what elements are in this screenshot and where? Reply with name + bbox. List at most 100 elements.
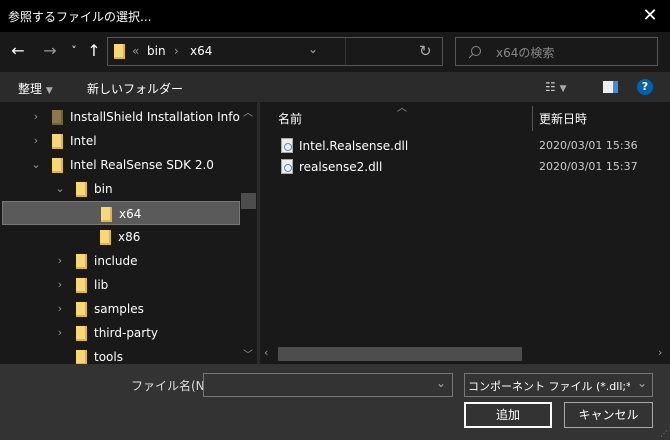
scroll-up-icon[interactable]: ︿ bbox=[243, 104, 253, 119]
tree-item[interactable]: › third-party bbox=[0, 321, 240, 345]
folder-icon bbox=[114, 44, 125, 59]
scroll-thumb[interactable] bbox=[278, 347, 522, 361]
tree-item-label: bin bbox=[94, 182, 113, 196]
collapse-chevron-icon[interactable]: ⌄ bbox=[54, 177, 66, 201]
divider bbox=[345, 38, 346, 65]
breadcrumb-bin[interactable]: bin bbox=[147, 44, 166, 58]
up-button[interactable]: ↑ bbox=[84, 40, 104, 62]
expand-chevron-icon[interactable]: › bbox=[30, 129, 42, 153]
file-row[interactable]: Intel.Realsense.dll 2020/03/01 15:36 bbox=[260, 136, 670, 156]
search-input[interactable]: x64の検索 bbox=[496, 44, 554, 61]
folder-icon bbox=[76, 182, 87, 197]
column-header-name[interactable]: 名前 bbox=[278, 110, 302, 127]
folder-icon bbox=[101, 207, 112, 222]
folder-icon bbox=[76, 302, 87, 317]
breadcrumb-x64[interactable]: x64 bbox=[190, 44, 212, 58]
tree-item-label: x64 bbox=[119, 207, 142, 221]
scroll-down-icon[interactable]: ﹀ bbox=[243, 346, 253, 361]
tree-item[interactable]: › InstallShield Installation Informat bbox=[0, 105, 240, 129]
tree-item-label: third-party bbox=[94, 326, 159, 340]
tree-item[interactable]: x64 bbox=[2, 201, 240, 225]
expand-chevron-icon[interactable]: › bbox=[54, 273, 66, 297]
chevron-down-icon: ▼ bbox=[559, 84, 567, 94]
new-folder-button[interactable]: 新しいフォルダー bbox=[87, 80, 183, 97]
file-row[interactable]: realsense2.dll 2020/03/01 15:37 bbox=[260, 157, 670, 177]
folder-icon bbox=[52, 158, 63, 173]
expand-chevron-icon[interactable]: › bbox=[54, 297, 66, 321]
tree-item-label: Intel bbox=[70, 134, 97, 148]
file-type-value: コンポーネント ファイル (*.dll;*.tlb;*. bbox=[468, 380, 630, 393]
folder-icon bbox=[76, 278, 87, 293]
search-box[interactable]: x64の検索 bbox=[455, 37, 658, 66]
address-dropdown-icon[interactable]: ⌄ bbox=[308, 42, 318, 56]
back-button[interactable]: ← bbox=[8, 40, 28, 62]
add-button[interactable]: 追加 bbox=[464, 402, 552, 428]
tree-item[interactable]: ⌄ bin bbox=[0, 177, 240, 201]
tree-item[interactable]: › include bbox=[0, 249, 240, 273]
organize-button[interactable]: 整理 ▼ bbox=[18, 80, 53, 97]
tree-vertical-scrollbar[interactable]: ︿ ﹀ bbox=[240, 102, 257, 364]
sort-ascending-icon: ︿ bbox=[397, 103, 407, 114]
column-divider[interactable] bbox=[532, 106, 533, 131]
tree-item[interactable]: ⌄ Intel RealSense SDK 2.0 bbox=[0, 153, 240, 177]
tree-item[interactable]: › samples bbox=[0, 297, 240, 321]
tree-item-label: include bbox=[94, 254, 138, 268]
cancel-button[interactable]: キャンセル bbox=[564, 402, 653, 428]
forward-button[interactable]: → bbox=[40, 40, 60, 62]
folder-icon bbox=[76, 326, 87, 341]
tree-item[interactable]: › lib bbox=[0, 273, 240, 297]
file-modified: 2020/03/01 15:36 bbox=[539, 139, 638, 152]
tree-item-label: lib bbox=[94, 278, 109, 292]
chevron-down-icon: ▼ bbox=[45, 86, 53, 96]
file-list-horizontal-scrollbar[interactable]: ‹ › bbox=[260, 346, 670, 362]
tree-item-label: tools bbox=[94, 350, 123, 364]
tree-item[interactable]: x86 bbox=[0, 225, 240, 249]
expand-chevron-icon[interactable]: › bbox=[30, 105, 42, 129]
folder-icon bbox=[76, 254, 87, 269]
tree-item[interactable]: › Intel bbox=[0, 129, 240, 153]
scroll-left-icon[interactable]: ‹ bbox=[264, 346, 268, 359]
tree-item-label: samples bbox=[94, 302, 144, 316]
resize-grip[interactable]: ⋰ bbox=[660, 429, 668, 438]
scroll-thumb[interactable] bbox=[241, 193, 256, 209]
folder-icon bbox=[100, 230, 111, 245]
chevron-down-icon[interactable]: ⌄ bbox=[436, 376, 446, 390]
preview-pane-icon[interactable] bbox=[603, 81, 618, 93]
folder-icon bbox=[76, 350, 87, 364]
refresh-icon[interactable]: ↻ bbox=[419, 42, 432, 60]
dialog-footer: ファイル名(N): ⌄ コンポーネント ファイル (*.dll;*.tlb;*.… bbox=[0, 364, 670, 440]
collapse-chevron-icon[interactable]: ⌄ bbox=[30, 153, 42, 177]
file-modified: 2020/03/01 15:37 bbox=[539, 160, 638, 173]
title-bar: 参照するファイルの選択... ✕ bbox=[0, 0, 670, 32]
toolbar: 整理 ▼ 新しいフォルダー ☷ ▼ ? bbox=[0, 72, 670, 102]
details-view-icon: ☷ bbox=[545, 80, 556, 94]
filename-label: ファイル名(N): bbox=[131, 379, 214, 393]
overflow-chevron[interactable]: « bbox=[132, 44, 139, 58]
help-icon[interactable]: ? bbox=[637, 79, 653, 95]
address-bar[interactable]: « bin › x64 ⌄ ↻ bbox=[107, 37, 443, 66]
close-button[interactable]: ✕ bbox=[638, 4, 662, 28]
search-icon bbox=[468, 46, 481, 59]
dll-file-icon bbox=[281, 159, 293, 174]
tree-item-label: x86 bbox=[118, 230, 141, 244]
expand-chevron-icon[interactable]: › bbox=[54, 249, 66, 273]
breadcrumb-separator[interactable]: › bbox=[174, 44, 179, 58]
file-type-select[interactable]: コンポーネント ファイル (*.dll;*.tlb;*. ⌄ bbox=[464, 373, 653, 397]
organize-label: 整理 bbox=[18, 82, 43, 96]
file-list: ︿ 名前 更新日時 Intel.Realsense.dll 2020/03/01… bbox=[260, 102, 670, 346]
scroll-right-icon[interactable]: › bbox=[658, 346, 662, 359]
recent-locations-button[interactable]: ˅ bbox=[64, 40, 84, 62]
expand-chevron-icon[interactable]: › bbox=[54, 321, 66, 345]
folder-icon bbox=[52, 110, 63, 125]
tree-item-label: Intel RealSense SDK 2.0 bbox=[70, 158, 214, 172]
file-name: Intel.Realsense.dll bbox=[299, 139, 409, 153]
dll-file-icon bbox=[281, 138, 293, 153]
window-title: 参照するファイルの選択... bbox=[8, 10, 152, 24]
chevron-down-icon: ⌄ bbox=[636, 376, 647, 390]
navigation-tree: › InstallShield Installation Informat › Int… bbox=[0, 102, 258, 364]
column-header-modified[interactable]: 更新日時 bbox=[539, 110, 587, 127]
tree-item-label: InstallShield Installation Informat bbox=[70, 110, 240, 124]
tree-item[interactable]: tools bbox=[0, 345, 240, 364]
filename-combobox[interactable]: ⌄ bbox=[203, 373, 453, 397]
view-options-button[interactable]: ☷ ▼ bbox=[545, 80, 567, 94]
